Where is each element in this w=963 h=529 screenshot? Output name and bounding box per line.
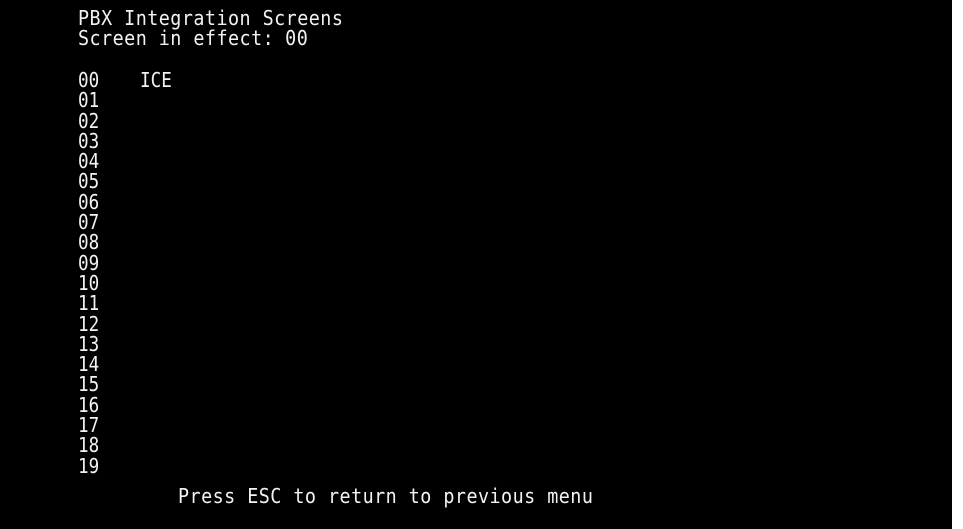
- screen-list-item[interactable]: 00 ICE: [78, 68, 172, 92]
- screen-number: 12: [78, 311, 100, 336]
- screen-number: 02: [78, 108, 100, 133]
- screen-list: 00 ICE 01 02 03 04 05 06 07 08 09 10 11 12 13 14 15 16 17 1…: [78, 68, 172, 476]
- screen-number: 15: [78, 372, 100, 397]
- footer-hint: Press ESC to return to previous menu: [178, 484, 594, 508]
- screen-in-effect-value: 00: [285, 26, 309, 50]
- screen-number: 07: [78, 210, 100, 235]
- window-edge: [952, 0, 963, 529]
- screen-number: 11: [78, 291, 100, 316]
- terminal-screen: PBX Integration Screens Screen in effect…: [0, 0, 952, 529]
- screen-number: 18: [78, 433, 100, 458]
- screen-list-item[interactable]: 10: [78, 273, 128, 293]
- screen-list-item[interactable]: 09: [78, 253, 128, 273]
- screen-list-item[interactable]: 18: [78, 435, 128, 455]
- screen-list-item[interactable]: 08: [78, 232, 128, 252]
- screen-list-item[interactable]: 15: [78, 374, 128, 394]
- screen-number: 10: [78, 270, 100, 295]
- screen-list-item[interactable]: 04: [78, 151, 128, 171]
- screen-number: 03: [78, 128, 100, 153]
- screen-number: 06: [78, 189, 100, 214]
- screen-number: 13: [78, 331, 100, 356]
- screen-list-item[interactable]: 13: [78, 334, 128, 354]
- screen-number: 17: [78, 413, 100, 438]
- screen-number: 05: [78, 169, 100, 194]
- screen-number: 16: [78, 392, 100, 417]
- screen-list-item[interactable]: 17: [78, 415, 128, 435]
- screen-list-item[interactable]: 01: [78, 90, 128, 110]
- screen-list-item[interactable]: 05: [78, 171, 128, 191]
- screen-list-item[interactable]: 16: [78, 395, 128, 415]
- screen-number: 09: [78, 250, 100, 275]
- screen-list-item[interactable]: 03: [78, 131, 128, 151]
- screen-in-effect-line: Screen in effect: 00: [78, 28, 308, 48]
- screen-number: 19: [78, 453, 100, 478]
- screen-list-item[interactable]: 07: [78, 212, 128, 232]
- screen-number: 08: [78, 230, 100, 255]
- screen-list-item[interactable]: 19: [78, 456, 128, 476]
- screen-number: 01: [78, 88, 100, 113]
- screen-list-item[interactable]: 06: [78, 192, 128, 212]
- screen-name: ICE: [140, 68, 172, 92]
- screen-number: 04: [78, 149, 100, 174]
- screen-list-item[interactable]: 12: [78, 314, 128, 334]
- screen-list-item[interactable]: 14: [78, 354, 128, 374]
- screen-title: PBX Integration Screens: [78, 6, 344, 30]
- screen-list-item[interactable]: 11: [78, 293, 128, 313]
- screen-in-effect-label: Screen in effect:: [78, 26, 275, 50]
- screen-number: 00: [78, 68, 100, 92]
- screen-number: 14: [78, 352, 100, 377]
- screen-list-item[interactable]: 02: [78, 111, 128, 131]
